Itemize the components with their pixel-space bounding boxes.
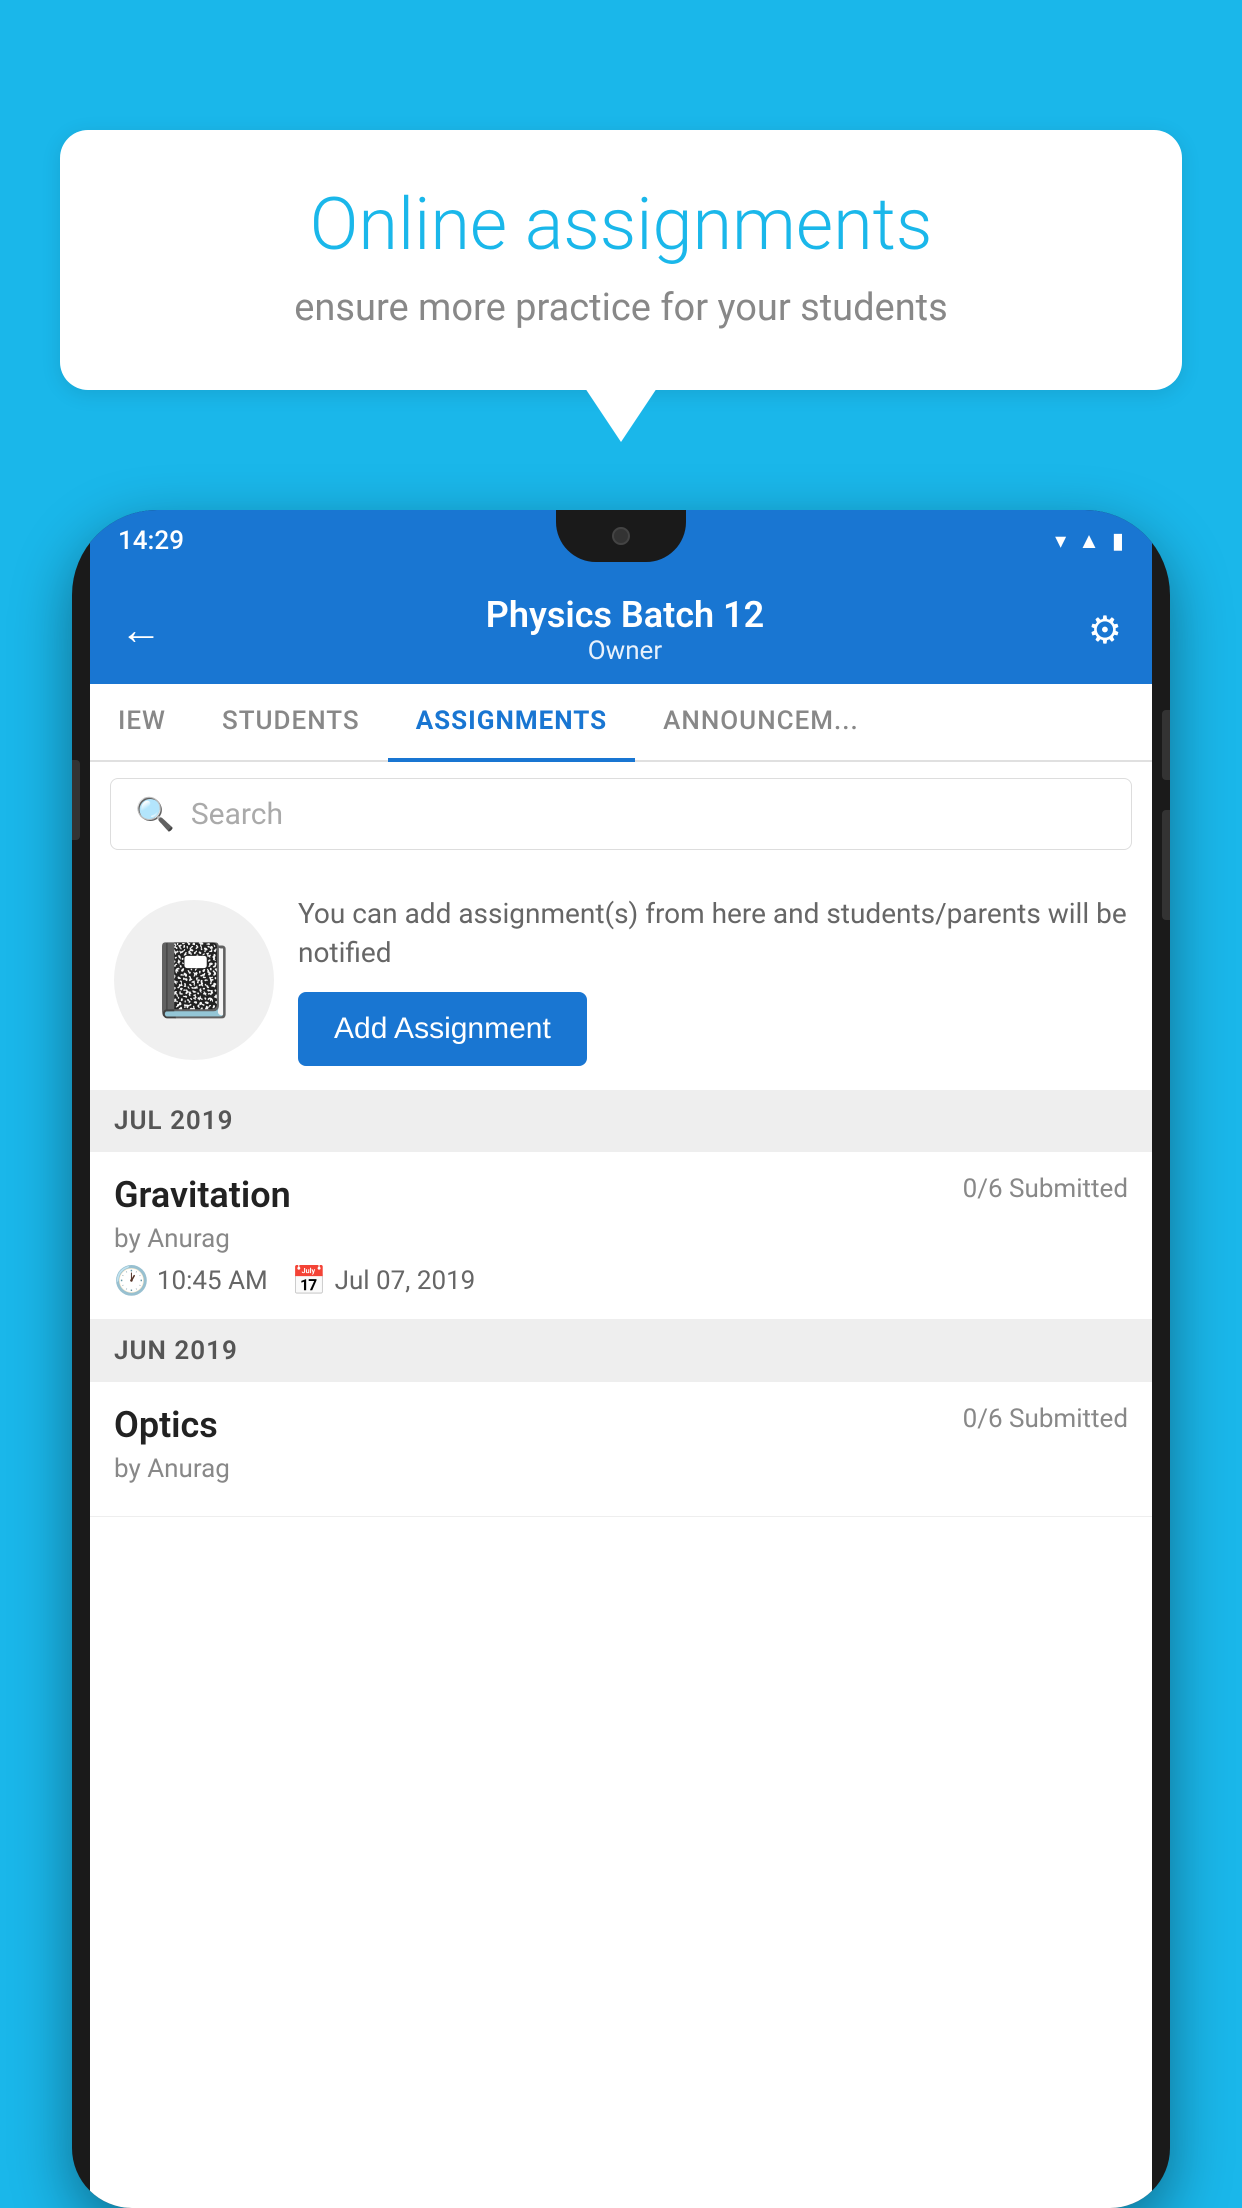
assignment-item-optics[interactable]: Optics 0/6 Submitted by Anurag [90,1382,1152,1517]
phone-frame: 14:29 ▾ ▲ ▮ ← Physics Batch 12 Owner ⚙ I… [72,510,1170,2208]
promo-description: You can add assignment(s) from here and … [298,894,1128,972]
volume-button [72,760,80,840]
back-button[interactable]: ← [120,606,162,655]
signal-icon: ▲ [1078,528,1100,554]
settings-icon[interactable]: ⚙ [1088,608,1122,653]
promo-content: You can add assignment(s) from here and … [298,894,1128,1066]
assignment-author-optics: by Anurag [114,1454,1128,1484]
meta-date: 📅 Jul 07, 2019 [292,1264,476,1297]
status-time: 14:29 [118,526,184,556]
bubble-title: Online assignments [130,185,1112,264]
wifi-icon: ▾ [1055,529,1066,554]
tab-assignments[interactable]: ASSIGNMENTS [388,684,635,762]
search-bar[interactable]: 🔍 Search [110,778,1132,850]
battery-icon: ▮ [1112,529,1124,554]
app-header: ← Physics Batch 12 Owner ⚙ [90,572,1152,684]
speech-bubble-area: Online assignments ensure more practice … [60,130,1182,390]
power-button [1162,710,1170,780]
header-center: Physics Batch 12 Owner [162,594,1088,666]
meta-time: 🕐 10:45 AM [114,1264,268,1297]
search-container: 🔍 Search [90,762,1152,866]
camera-dot [612,527,630,545]
add-assignment-button[interactable]: Add Assignment [298,992,587,1066]
tabs-bar: IEW STUDENTS ASSIGNMENTS ANNOUNCEM... [90,684,1152,762]
assignment-row: Gravitation 0/6 Submitted [114,1174,1128,1216]
header-title: Physics Batch 12 [162,594,1088,636]
assignment-name: Gravitation [114,1174,291,1216]
assignment-name-optics: Optics [114,1404,218,1446]
tab-students[interactable]: STUDENTS [194,684,388,760]
assignment-row-optics: Optics 0/6 Submitted [114,1404,1128,1446]
promo-section: 📓 You can add assignment(s) from here an… [90,866,1152,1090]
volume-down-button [1162,810,1170,920]
tab-iew[interactable]: IEW [90,684,194,760]
bubble-subtitle: ensure more practice for your students [130,286,1112,330]
assignment-submitted-optics: 0/6 Submitted [963,1404,1128,1434]
phone-screen: ← Physics Batch 12 Owner ⚙ IEW STUDENTS … [90,572,1152,2208]
notebook-icon: 📓 [149,938,239,1023]
assignment-meta: 🕐 10:45 AM 📅 Jul 07, 2019 [114,1264,1128,1297]
section-header-jul: JUL 2019 [90,1090,1152,1152]
search-icon: 🔍 [135,795,175,833]
header-subtitle: Owner [162,636,1088,666]
calendar-icon: 📅 [292,1264,327,1297]
assignment-author: by Anurag [114,1224,1128,1254]
assignment-item-gravitation[interactable]: Gravitation 0/6 Submitted by Anurag 🕐 10… [90,1152,1152,1320]
status-icons: ▾ ▲ ▮ [1055,528,1124,554]
camera-notch [556,510,686,562]
promo-icon-circle: 📓 [114,900,274,1060]
tab-announcements[interactable]: ANNOUNCEM... [635,684,887,760]
section-header-jun: JUN 2019 [90,1320,1152,1382]
speech-bubble: Online assignments ensure more practice … [60,130,1182,390]
clock-icon: 🕐 [114,1264,149,1297]
search-placeholder: Search [191,797,283,832]
assignment-submitted: 0/6 Submitted [963,1174,1128,1204]
